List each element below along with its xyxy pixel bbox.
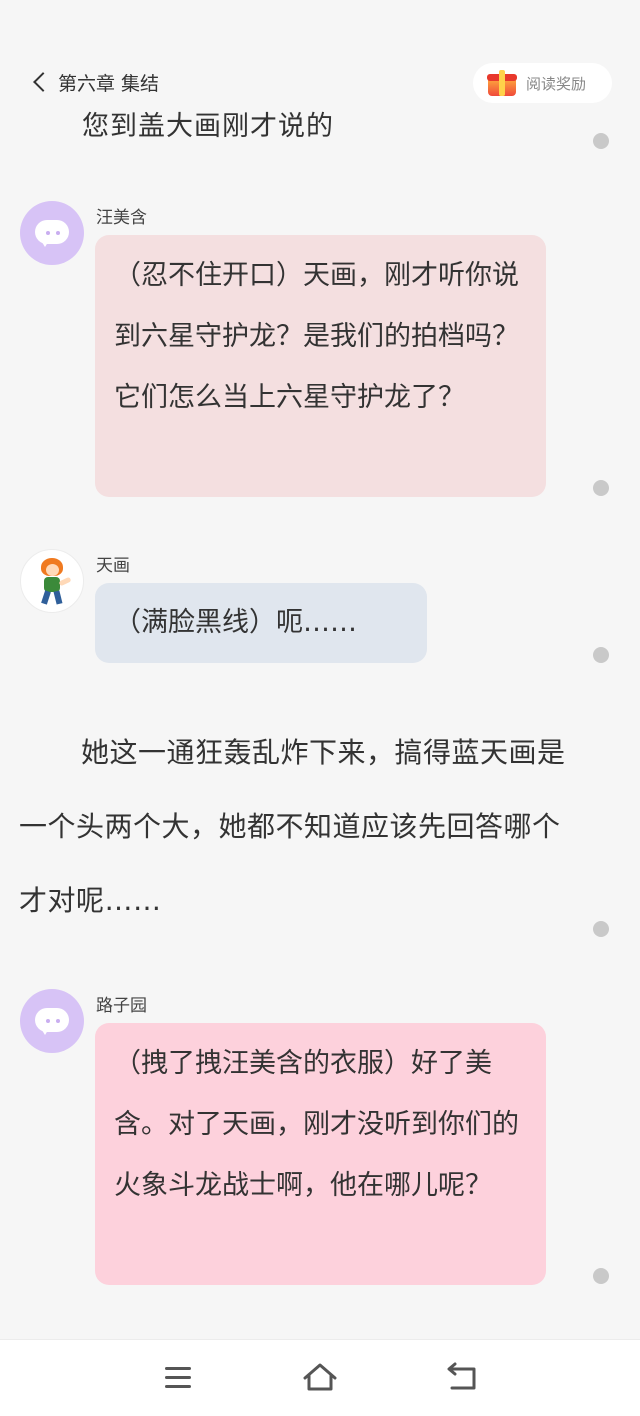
comment-dot-icon[interactable] [593,1268,609,1284]
message-bubble: （拽了拽汪美含的衣服）好了美含。对了天画，刚才没听到你们的火象斗龙战士啊，他在哪… [95,1023,546,1285]
chapter-title: 第六章 集结 [58,72,160,95]
gift-box-icon [487,70,517,96]
system-nav-bar [0,1339,640,1416]
back-button[interactable]: 第六章 集结 [28,67,159,97]
speaker-name: 汪美含 [96,208,147,228]
comment-dot-icon[interactable] [593,133,609,149]
narration-paragraph: 她这一通狂轰乱炸下来，搞得蓝天画是一个头两个大，她都不知道应该先回答哪个才对呢…… [19,716,579,938]
avatar-tianhua[interactable] [20,549,84,613]
chevron-left-icon [33,72,53,92]
avatar-luziyuan[interactable] [20,989,84,1053]
comment-dot-icon[interactable] [593,647,609,663]
home-icon[interactable] [300,1360,340,1396]
speaker-name: 路子园 [96,996,147,1016]
narration-text: 她这一通狂轰乱炸下来，搞得蓝天画是一个头两个大，她都不知道应该先回答哪个才对呢…… [19,736,566,917]
message-bubble: （忍不住开口）天画，刚才听你说到六星守护龙？是我们的拍档吗？它们怎么当上六星守护… [95,235,546,497]
reading-reward-button[interactable]: 阅读奖励 [473,63,612,103]
avatar-wangmeihan[interactable] [20,201,84,265]
speaker-name: 天画 [96,556,130,576]
comment-dot-icon[interactable] [593,921,609,937]
reading-reward-label: 阅读奖励 [526,74,587,93]
back-icon[interactable] [442,1360,482,1396]
message-bubble: （满脸黑线）呃…… [95,583,427,663]
reader-header: 第六章 集结 阅读奖励 [0,55,640,111]
menu-icon[interactable] [158,1360,198,1396]
comment-dot-icon[interactable] [593,480,609,496]
